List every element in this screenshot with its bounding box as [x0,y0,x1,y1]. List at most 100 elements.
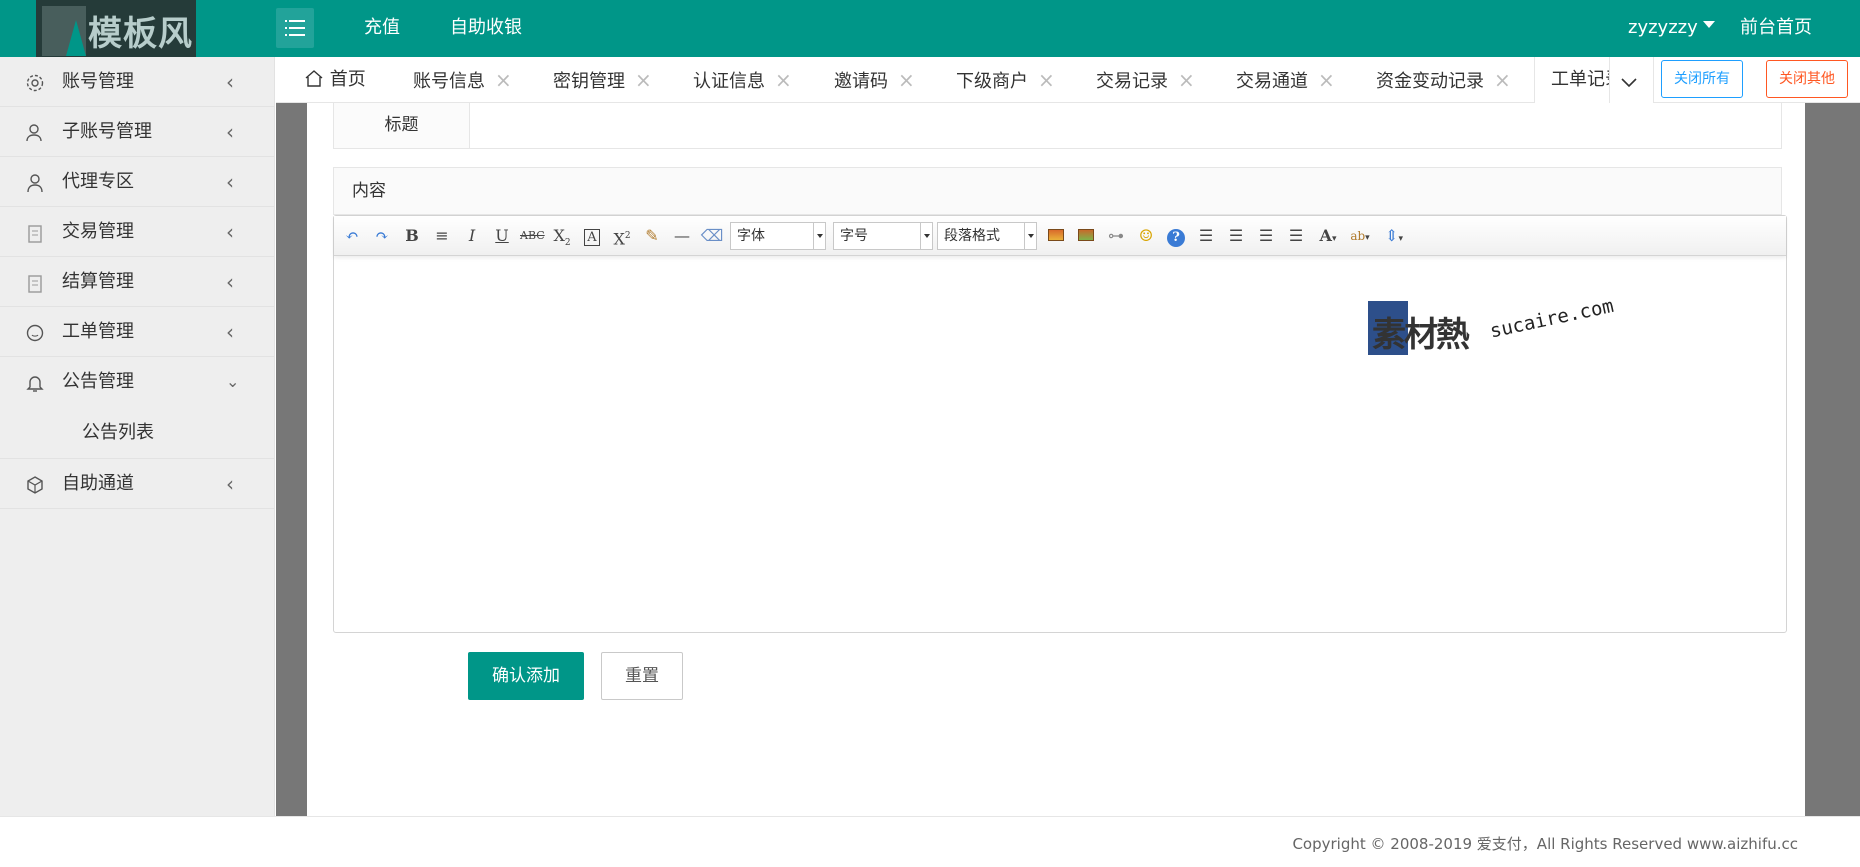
clipboard-icon [28,225,42,243]
italic-icon[interactable]: I [460,224,484,248]
tab-label: 交易记录 [1096,71,1168,92]
user-icon [27,174,43,193]
tab-auth-info[interactable]: 认证信息 × [693,57,792,103]
chevron-left-icon: ‹ [226,120,234,144]
eraser-icon[interactable]: ⌫ [700,224,724,248]
subscript-icon[interactable]: X2 [550,224,574,248]
tab-trade-channels[interactable]: 交易通道 × [1236,57,1335,103]
tab-home[interactable]: 首页 [304,57,366,103]
align-justify-icon[interactable]: ☰ [1284,224,1308,248]
tab-key-management[interactable]: 密钥管理 × [553,57,652,103]
add-announcement-modal: 标题 内容 ↶ ↷ B ≡ I U ABC X2 A X2 ✎ — ⌫ 字体 字… [307,103,1805,816]
close-icon[interactable]: × [495,68,512,92]
close-all-tabs-button[interactable]: 关闭所有 [1661,60,1743,98]
chevron-left-icon: ‹ [226,270,234,294]
home-icon [305,70,323,87]
format-brush-icon[interactable]: ✎ [640,224,664,248]
smile-icon [26,324,44,342]
sidebar-subitem-announcement-list[interactable]: 公告列表 [0,407,274,459]
bell-icon [26,376,44,392]
align-center-icon[interactable]: ☰ [1254,224,1278,248]
undo-icon[interactable]: ↶ [340,224,364,248]
gear-icon [26,74,44,92]
font-family-select[interactable]: 字体 [730,222,826,250]
indent-icon[interactable]: ≡ [430,224,454,248]
user-menu[interactable]: zyzyzzy [1628,0,1715,57]
underline-icon[interactable]: U [490,224,514,248]
tab-more-button[interactable] [1609,57,1647,103]
font-color-icon[interactable]: A▾ [1316,224,1340,248]
font-family-value: 字体 [737,228,765,244]
close-other-tabs-button[interactable]: 关闭其他 [1766,60,1848,98]
sidebar-item-agent[interactable]: 代理专区 ‹ [0,157,274,207]
close-icon[interactable]: × [898,68,915,92]
close-icon[interactable]: × [775,68,792,92]
nav-self-checkout[interactable]: 自助收银 [450,0,522,57]
align-left-icon[interactable]: ☰ [1194,224,1218,248]
align-right-icon[interactable]: ☰ [1224,224,1248,248]
close-icon[interactable]: × [635,68,652,92]
clipboard-icon [28,275,42,293]
sidebar-item-label: 子账号管理 [62,121,152,142]
tab-invite-code[interactable]: 邀请码 × [834,57,915,103]
chevron-left-icon: ‹ [226,320,234,344]
tab-trade-records[interactable]: 交易记录 × [1096,57,1195,103]
sidebar-item-label: 结算管理 [62,271,134,292]
link-icon[interactable]: ⊶ [1104,224,1128,248]
border-icon[interactable]: A [580,224,604,248]
strikethrough-icon[interactable]: ABC [520,224,545,248]
tab-fund-changes[interactable]: 资金变动记录 × [1376,57,1511,103]
logo[interactable]: 模板风 [36,0,196,57]
sidebar-item-account[interactable]: 账号管理 ‹ [0,57,274,107]
paragraph-format-value: 段落格式 [944,228,1000,244]
hamburger-icon [285,20,305,36]
cube-icon [27,476,43,494]
sidebar-item-subaccount[interactable]: 子账号管理 ‹ [0,107,274,157]
bold-icon[interactable]: B [400,224,424,248]
reset-button[interactable]: 重置 [601,652,683,700]
close-icon[interactable]: × [1178,68,1195,92]
dropdown-arrow-icon [813,223,825,249]
font-size-value: 字号 [840,228,868,244]
close-icon[interactable]: × [1494,68,1511,92]
paragraph-format-select[interactable]: 段落格式 [937,222,1037,250]
sidebar-item-settlement[interactable]: 结算管理 ‹ [0,257,274,307]
help-icon[interactable]: ? [1164,224,1188,248]
content-label: 内容 [333,167,1782,215]
tab-label: 下级商户 [956,71,1028,92]
title-input[interactable] [471,103,1781,148]
sidebar-item-ticket[interactable]: 工单管理 ‹ [0,307,274,357]
caret-down-icon [1702,20,1715,28]
menu-toggle-button[interactable] [276,8,314,48]
sidebar: 账号管理 ‹ 子账号管理 ‹ 代理专区 ‹ 交易管理 ‹ 结算管理 ‹ 工单管理… [0,57,275,816]
chevron-down-icon: ⌄ [226,372,240,391]
frontpage-link[interactable]: 前台首页 [1740,0,1812,57]
close-icon[interactable]: × [1038,68,1055,92]
line-height-icon[interactable]: ⇕▾ [1382,224,1406,248]
tab-bar: 首页 账号信息 × 密钥管理 × 认证信息 × 邀请码 × 下级商户 × 交易记录 × 交易… [276,57,1860,103]
chevron-down-icon [1621,78,1637,88]
sidebar-item-trade[interactable]: 交易管理 ‹ [0,207,274,257]
horizontal-rule-icon[interactable]: — [670,224,694,248]
nav-recharge[interactable]: 充值 [364,0,400,57]
image-icon[interactable] [1044,224,1068,248]
sidebar-item-self-channel[interactable]: 自助通道 ‹ [0,459,274,509]
tab-label: 邀请码 [834,71,888,92]
tab-sub-merchants[interactable]: 下级商户 × [956,57,1055,103]
superscript-icon[interactable]: X2 [610,224,634,248]
users-icon [26,124,42,142]
tab-account-info[interactable]: 账号信息 × [413,57,512,103]
watermark: 素材熱 sucaire.com [1368,295,1616,371]
multi-image-icon[interactable] [1074,224,1098,248]
tab-label: 账号信息 [413,71,485,92]
dropdown-arrow-icon [1024,223,1036,249]
watermark-brand: 素材熱 [1372,315,1470,355]
sidebar-item-label: 代理专区 [62,171,134,192]
emoji-icon[interactable]: ☺ [1134,224,1158,248]
redo-icon[interactable]: ↷ [370,224,394,248]
sidebar-item-announcement[interactable]: 公告管理 ⌄ [0,357,274,407]
confirm-add-button[interactable]: 确认添加 [468,652,584,700]
highlight-icon[interactable]: ab▾ [1348,224,1372,248]
font-size-select[interactable]: 字号 [833,222,933,250]
close-icon[interactable]: × [1318,68,1335,92]
